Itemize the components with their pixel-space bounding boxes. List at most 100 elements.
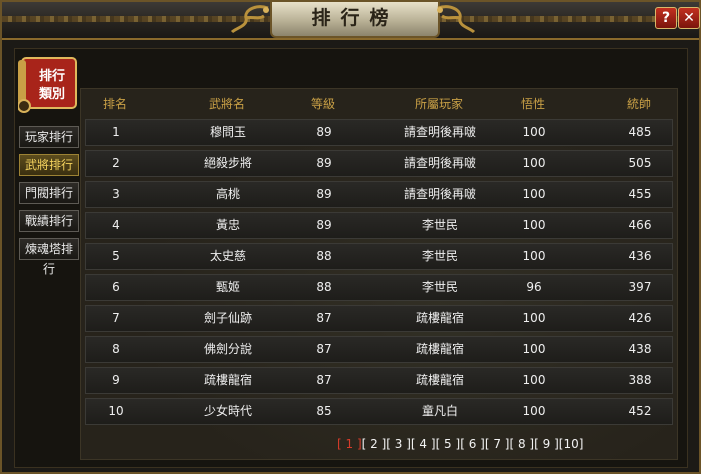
table-cell: 388 [628, 373, 652, 387]
page-link[interactable]: [ 4 ] [411, 437, 436, 451]
table-cell: 李世民 [421, 218, 458, 232]
category-header-line1: 排行 [39, 68, 65, 84]
tab-category-3[interactable]: 門閥排行 [19, 182, 79, 204]
table-cell: 高桃 [215, 187, 240, 201]
table-cell: 87 [316, 311, 332, 325]
window-title: 排行榜 [270, 2, 440, 38]
page-link[interactable]: [ 6 ] [460, 437, 485, 451]
table-cell: 太史慈 [209, 249, 246, 263]
table-cell: 疏樓龍宿 [415, 342, 464, 356]
table-cell: 3 [112, 187, 120, 201]
table-row[interactable]: 7 劍子仙跡 87 疏樓龍宿 100 426 [85, 305, 673, 332]
column-header: 武將名 [208, 97, 245, 111]
ranking-window: 排行榜 ? ✕ 排行 類別 玩家排行武將排行門閥排行戰績排行煉魂塔排行 排名 武將… [0, 0, 701, 474]
page-link[interactable]: [ 2 ] [362, 437, 387, 451]
table-row[interactable]: 6 甄姬 88 李世民 96 397 [85, 274, 673, 301]
title-bar[interactable]: 排行榜 ? ✕ [2, 2, 700, 40]
page-link[interactable]: [10] [559, 437, 584, 451]
table-cell: 100 [522, 249, 546, 263]
table-row[interactable]: 1 穆問玉 89 請查明後再啵 100 485 [85, 119, 673, 146]
table-cell: 89 [316, 218, 332, 232]
tab-category-5[interactable]: 煉魂塔排行 [19, 238, 79, 276]
table-cell: 88 [316, 249, 332, 263]
ranking-table: 排名 武將名 等級 所屬玩家 悟性 統帥 1 穆問玉 89 請查明後再啵 100 485 2 絕殺步將 8… [80, 88, 678, 460]
table-cell: 1 [112, 125, 120, 139]
table-cell: 100 [522, 125, 546, 139]
page-link[interactable]: [ 1 ] [337, 437, 362, 451]
table-cell: 2 [112, 156, 120, 170]
page-link[interactable]: [ 5 ] [436, 437, 461, 451]
table-cell: 87 [316, 373, 332, 387]
category-header-line2: 類別 [38, 87, 65, 102]
table-cell: 請查明後再啵 [403, 156, 476, 170]
pagination: [ 1 ][ 2 ][ 3 ][ 4 ][ 5 ][ 6 ][ 7 ][ 8 ]… [337, 437, 583, 453]
table-header: 排名 武將名 等級 所屬玩家 悟性 統帥 [81, 89, 677, 117]
table-cell: 452 [628, 404, 652, 418]
column-header: 悟性 [520, 97, 545, 111]
table-cell: 85 [316, 404, 332, 418]
table-cell: 4 [112, 218, 120, 232]
table-cell: 劍子仙跡 [203, 311, 252, 325]
page-link[interactable]: [ 9 ] [534, 437, 559, 451]
table-cell: 童凡白 [421, 404, 458, 418]
table-cell: 少女時代 [203, 404, 252, 418]
table-cell: 100 [522, 187, 546, 201]
table-cell: 100 [522, 404, 546, 418]
table-cell: 485 [628, 125, 652, 139]
table-cell: 穆問玉 [209, 125, 246, 139]
table-cell: 89 [316, 187, 332, 201]
category-scroll-icon: 排行 類別 [18, 57, 77, 113]
table-row[interactable]: 9 疏樓龍宿 87 疏樓龍宿 100 388 [85, 367, 673, 394]
tab-category-4[interactable]: 戰績排行 [19, 210, 79, 232]
table-cell: 疏樓龍宿 [415, 311, 464, 325]
table-row[interactable]: 10 少女時代 85 童凡白 100 452 [85, 398, 673, 425]
tab-category-1[interactable]: 玩家排行 [19, 126, 79, 148]
table-cell: 438 [628, 342, 652, 356]
table-cell: 89 [316, 156, 332, 170]
close-button[interactable]: ✕ [678, 7, 700, 29]
table-cell: 甄姬 [215, 280, 240, 294]
table-cell: 100 [522, 311, 546, 325]
table-row[interactable]: 5 太史慈 88 李世民 100 436 [85, 243, 673, 270]
table-cell: 請查明後再啵 [403, 187, 476, 201]
table-cell: 436 [628, 249, 652, 263]
column-header: 排名 [102, 97, 127, 111]
column-header: 等級 [310, 97, 335, 111]
table-cell: 絕殺步將 [203, 156, 252, 170]
table-cell: 87 [316, 342, 332, 356]
table-cell: 請查明後再啵 [403, 125, 476, 139]
table-cell: 9 [112, 373, 120, 387]
table-row[interactable]: 8 佛劍分說 87 疏樓龍宿 100 438 [85, 336, 673, 363]
tab-category-2[interactable]: 武將排行 [19, 154, 79, 176]
table-cell: 88 [316, 280, 332, 294]
table-cell: 505 [628, 156, 652, 170]
table-cell: 100 [522, 218, 546, 232]
table-cell: 7 [112, 311, 120, 325]
help-button[interactable]: ? [655, 7, 677, 29]
table-cell: 466 [628, 218, 652, 232]
page-link[interactable]: [ 3 ] [386, 437, 411, 451]
table-cell: 455 [628, 187, 652, 201]
table-cell: 10 [108, 404, 124, 418]
right-dragon-ornament-icon [437, 5, 476, 34]
table-cell: 96 [526, 280, 542, 294]
column-header: 統帥 [626, 97, 651, 111]
table-row[interactable]: 4 黃忠 89 李世民 100 466 [85, 212, 673, 239]
table-cell: 黃忠 [215, 218, 240, 232]
page-link[interactable]: [ 7 ] [485, 437, 510, 451]
table-cell: 100 [522, 342, 546, 356]
table-row[interactable]: 3 高桃 89 請查明後再啵 100 455 [85, 181, 673, 208]
table-cell: 疏樓龍宿 [203, 373, 252, 387]
table-cell: 100 [522, 373, 546, 387]
table-row[interactable]: 2 絕殺步將 89 請查明後再啵 100 505 [85, 150, 673, 177]
table-cell: 100 [522, 156, 546, 170]
table-cell: 佛劍分說 [203, 342, 252, 356]
column-header: 所屬玩家 [414, 97, 463, 111]
table-cell: 疏樓龍宿 [415, 373, 464, 387]
left-dragon-ornament-icon [230, 5, 269, 34]
table-cell: 8 [112, 342, 120, 356]
table-cell: 李世民 [421, 280, 458, 294]
table-cell: 李世民 [421, 249, 458, 263]
page-link[interactable]: [ 8 ] [509, 437, 534, 451]
table-cell: 397 [628, 280, 652, 294]
